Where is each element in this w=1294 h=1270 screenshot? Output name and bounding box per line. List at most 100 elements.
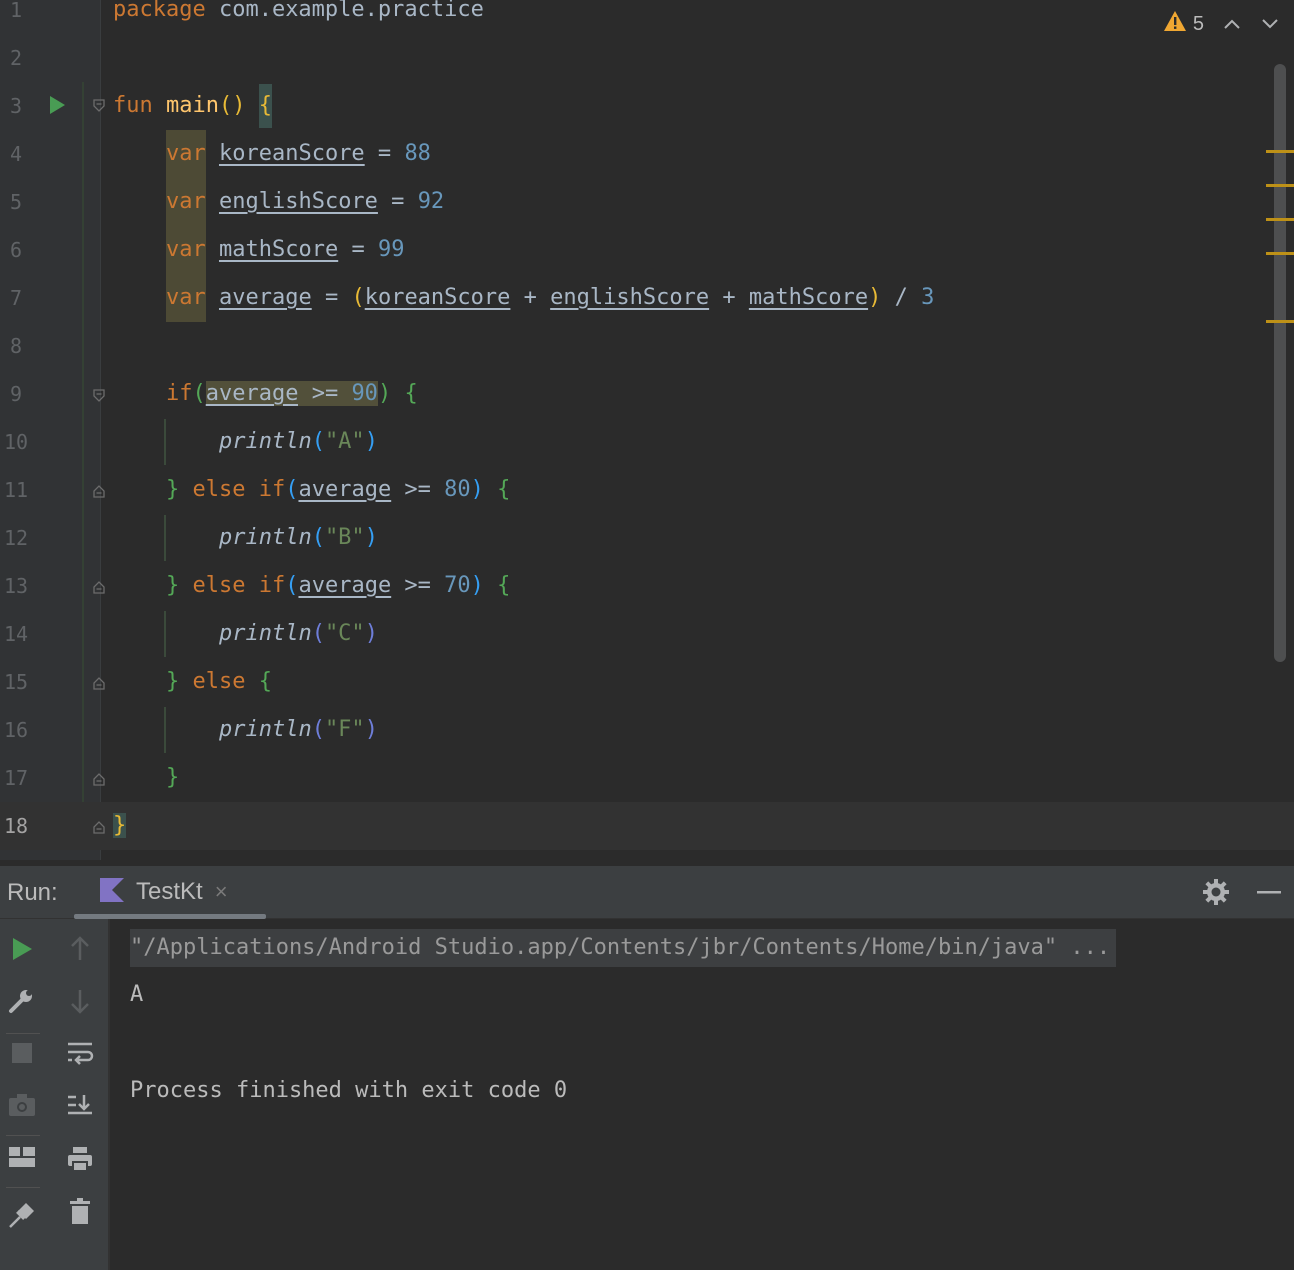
line-number: 12 [4, 526, 29, 550]
code-line[interactable]: 7 var average = (koreanScore + englishSc… [0, 274, 1294, 322]
code-token: ) [364, 525, 378, 550]
code-text: } else if(average >= 80) { [113, 466, 510, 514]
code-line[interactable]: 4 var koreanScore = 88 [0, 130, 1294, 178]
run-configuration-tab[interactable]: TestKt × [98, 866, 228, 918]
error-stripe-marker[interactable] [1266, 150, 1294, 153]
code-line[interactable]: 3 fun main() { [0, 82, 1294, 130]
console-output[interactable]: "/Applications/Android Studio.app/Conten… [110, 919, 1294, 1270]
close-tab-button[interactable]: × [215, 879, 228, 905]
code-line[interactable]: 16 println("F") [0, 706, 1294, 754]
warnings-count: 5 [1192, 12, 1204, 35]
code-text: var average = (koreanScore + englishScor… [113, 274, 934, 322]
code-token: >= [391, 573, 445, 598]
arrow-down-icon [71, 990, 89, 1014]
code-token: mathScore [748, 285, 869, 310]
code-token: ( [311, 621, 325, 646]
code-line[interactable]: 12 println("B") [0, 514, 1294, 562]
code-token: + [510, 285, 551, 310]
fold-end-icon[interactable] [93, 580, 105, 594]
edit-configuration-button[interactable] [6, 985, 38, 1017]
code-token: if [165, 381, 193, 406]
indent-guide [164, 707, 166, 753]
code-line[interactable]: 9 if(average >= 90) { [0, 370, 1294, 418]
console-command-line[interactable]: "/Applications/Android Studio.app/Conten… [130, 929, 1117, 967]
line-number: 10 [4, 430, 29, 454]
previous-highlight-button[interactable] [1222, 14, 1242, 34]
print-button[interactable] [64, 1143, 96, 1175]
code-text: } [113, 802, 127, 850]
code-line[interactable]: 8 [0, 322, 1294, 370]
dump-threads-button[interactable] [6, 1089, 38, 1121]
fold-toggle-icon[interactable] [93, 99, 105, 113]
code-token: "C" [324, 621, 365, 646]
code-token: ( [311, 429, 325, 454]
code-text: } else if(average >= 70) { [113, 562, 510, 610]
toolbar-separator [6, 1135, 40, 1136]
clear-all-button[interactable] [64, 1195, 96, 1227]
fold-end-icon[interactable] [93, 772, 105, 786]
code-token: println [218, 525, 312, 550]
soft-wrap-button[interactable] [64, 1037, 96, 1069]
code-editor[interactable]: 1 package com.example.practice 2 3 fun main(… [0, 0, 1294, 860]
stop-button[interactable] [6, 1037, 38, 1069]
code-token: englishScore [218, 189, 378, 214]
settings-button[interactable] [1200, 876, 1232, 908]
minimize-button[interactable] [1256, 882, 1282, 902]
code-token: ) [868, 285, 882, 310]
code-token: koreanScore [218, 141, 365, 166]
code-line[interactable]: 2 [0, 34, 1294, 82]
next-highlight-button[interactable] [1260, 14, 1280, 34]
fold-end-icon[interactable] [93, 820, 105, 834]
code-token: { [497, 477, 511, 502]
editor-scrollbar[interactable] [1274, 64, 1286, 662]
toolbar-gap [44, 919, 52, 1270]
up-stack-frame-button[interactable] [64, 933, 96, 965]
chevron-down-icon [1262, 19, 1278, 29]
pin-tab-button[interactable] [6, 1199, 38, 1231]
line-number: 8 [9, 334, 23, 358]
line-number: 14 [4, 622, 29, 646]
code-line[interactable]: 15 } else { [0, 658, 1294, 706]
code-token: package [113, 0, 206, 22]
code-line[interactable]: 13 } else if(average >= 70) { [0, 562, 1294, 610]
code-line[interactable]: 17 } [0, 754, 1294, 802]
code-token: } [113, 813, 127, 838]
fold-end-icon[interactable] [93, 676, 105, 690]
warnings-indicator[interactable]: 5 [1163, 10, 1204, 38]
code-token: else [192, 477, 246, 502]
line-number: 17 [4, 766, 29, 790]
code-line[interactable]: 1 package com.example.practice [0, 0, 1294, 34]
scroll-to-end-button[interactable] [64, 1091, 96, 1123]
code-token: ) [364, 717, 378, 742]
code-line[interactable]: 6 var mathScore = 99 [0, 226, 1294, 274]
error-stripe-marker[interactable] [1266, 252, 1294, 255]
camera-icon [9, 1094, 35, 1116]
console-exit-message: Process finished with exit code 0 [130, 1078, 568, 1103]
down-stack-frame-button[interactable] [64, 985, 96, 1017]
code-line[interactable]: 5 var englishScore = 92 [0, 178, 1294, 226]
restore-layout-button[interactable] [6, 1141, 38, 1173]
fold-end-icon[interactable] [93, 484, 105, 498]
error-stripe-marker[interactable] [1266, 218, 1294, 221]
code-line[interactable]: 18} [0, 802, 1294, 850]
code-token: 70 [444, 573, 471, 598]
code-line[interactable]: 14 println("C") [0, 610, 1294, 658]
code-token: >= [298, 381, 352, 406]
run-main-gutter-icon[interactable] [50, 96, 65, 114]
code-token: () [218, 93, 246, 118]
code-line[interactable]: 10 println("A") [0, 418, 1294, 466]
fold-toggle-icon[interactable] [93, 389, 105, 403]
error-stripe-marker[interactable] [1266, 184, 1294, 187]
error-stripe-marker[interactable] [1266, 320, 1294, 323]
code-line[interactable]: 11 } else if(average >= 80) { [0, 466, 1294, 514]
indent-guide [164, 515, 166, 561]
rerun-button[interactable] [6, 933, 38, 965]
gear-icon [1203, 879, 1229, 905]
code-text: fun main() { [113, 82, 272, 130]
layout-icon [9, 1147, 35, 1167]
